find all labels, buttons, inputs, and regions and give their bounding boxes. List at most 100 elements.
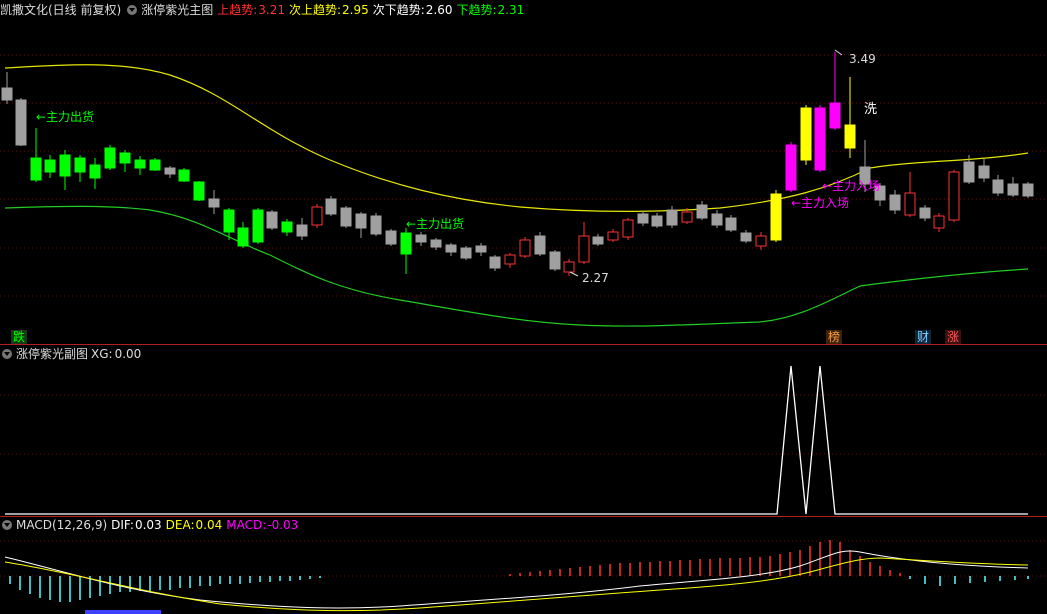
candle-body xyxy=(355,213,367,229)
candle-body xyxy=(1,87,13,101)
candle-body xyxy=(622,219,634,238)
candle-body xyxy=(770,193,782,241)
wash-label: 洗 xyxy=(864,102,878,117)
high-price-label: 3.49 xyxy=(849,52,876,66)
macd-header: MACD(12,26,9) DIF:0.03 DEA:0.04 MACD:-0.03 xyxy=(0,515,302,535)
candle-body xyxy=(475,245,487,253)
sell-signal-label-1: ←主力出货 xyxy=(36,110,95,124)
sub-chart-header: 涨停紫光副图 XG: 0.00 xyxy=(0,344,145,364)
candle-body xyxy=(681,211,693,223)
candle-body xyxy=(445,244,457,253)
candle-body xyxy=(814,107,826,171)
dif-value: 0.03 xyxy=(134,518,162,532)
candle-body xyxy=(460,247,472,259)
scroll-indicator xyxy=(85,610,161,614)
candle-body xyxy=(30,157,42,181)
candle-body xyxy=(785,144,797,191)
candle-body xyxy=(415,234,427,243)
candle-body xyxy=(489,256,501,269)
candle-body xyxy=(266,211,278,229)
candle-body xyxy=(149,159,161,171)
candle-body xyxy=(948,171,960,221)
candle-body xyxy=(385,230,397,245)
candle-body xyxy=(933,215,945,229)
candle-body xyxy=(59,154,71,177)
candle-body xyxy=(829,102,841,129)
dif-line xyxy=(4,550,1029,609)
candle-body xyxy=(1007,183,1019,196)
candle-body xyxy=(1022,183,1034,197)
candle-body xyxy=(534,235,546,255)
candle-body xyxy=(919,207,931,219)
low-price-label: 2.27 xyxy=(582,271,609,285)
candle-body xyxy=(800,107,812,161)
candle-body xyxy=(119,152,131,164)
candle-body xyxy=(400,232,412,255)
sub-indicator-menu-icon[interactable] xyxy=(2,348,12,359)
candle-body xyxy=(978,165,990,179)
high-marker xyxy=(834,49,843,56)
candle-body xyxy=(104,147,116,169)
sub-indicator-name[interactable]: 涨停紫光副图 xyxy=(16,347,88,361)
candle-body xyxy=(252,209,264,243)
macd-label: MACD: xyxy=(226,518,267,532)
low-marker xyxy=(569,271,579,277)
macd-name[interactable]: MACD(12,26,9) xyxy=(16,518,107,532)
candle-body xyxy=(549,251,561,270)
candle-body xyxy=(370,215,382,235)
candle-body xyxy=(607,231,619,241)
candle-body xyxy=(504,254,516,265)
tag-cai[interactable]: 财 xyxy=(915,330,932,344)
enter-signal-label-2: ←主力入场 xyxy=(822,179,881,193)
candle-body xyxy=(164,167,176,175)
candle-body xyxy=(725,217,737,231)
dea-line xyxy=(4,557,1029,612)
candle-body xyxy=(296,224,308,237)
candle-body xyxy=(223,209,235,233)
candle-body xyxy=(325,198,337,215)
candle-body xyxy=(889,194,901,211)
xg-line xyxy=(5,365,1028,515)
candle-body xyxy=(904,192,916,216)
candle-body xyxy=(963,161,975,183)
candle-body xyxy=(340,207,352,227)
candle-body xyxy=(711,213,723,226)
macd-menu-icon[interactable] xyxy=(2,519,12,530)
candle-body xyxy=(193,181,205,201)
tag-die[interactable]: 跌 xyxy=(11,330,28,344)
candle-body xyxy=(44,159,56,173)
candle-body xyxy=(15,99,27,146)
candle-body xyxy=(178,169,190,182)
candle-body xyxy=(592,236,604,245)
dea-value: 0.04 xyxy=(195,518,223,532)
candle-body xyxy=(578,235,590,263)
candle-body xyxy=(563,261,575,273)
candle-body xyxy=(237,227,249,247)
tag-zhang[interactable]: 涨 xyxy=(945,330,962,344)
candle-body xyxy=(311,206,323,226)
candle-body xyxy=(134,159,146,169)
macd-value: -0.03 xyxy=(267,518,299,532)
candle-body xyxy=(430,239,442,248)
candle-body xyxy=(651,215,663,227)
dif-label: DIF: xyxy=(111,518,134,532)
candle-body xyxy=(740,232,752,242)
dea-label: DEA: xyxy=(165,518,195,532)
candle-body xyxy=(89,164,101,179)
candle-body xyxy=(992,179,1004,194)
candle-body xyxy=(281,221,293,233)
candle-body xyxy=(666,209,678,226)
enter-signal-label-1: ←主力入场 xyxy=(791,196,850,210)
candle-body xyxy=(755,235,767,247)
tag-bang[interactable]: 榜 xyxy=(826,330,843,344)
xg-label: XG: xyxy=(91,347,113,361)
lower-band-line xyxy=(4,205,1029,327)
candle-body xyxy=(844,124,856,149)
candle-body xyxy=(519,239,531,257)
sell-signal-label-2: ←主力出货 xyxy=(406,217,465,231)
candle-body xyxy=(637,213,649,224)
candle-body xyxy=(696,204,708,219)
xg-value: 0.00 xyxy=(114,347,142,361)
candle-body xyxy=(208,198,220,208)
candle-body xyxy=(74,157,86,173)
